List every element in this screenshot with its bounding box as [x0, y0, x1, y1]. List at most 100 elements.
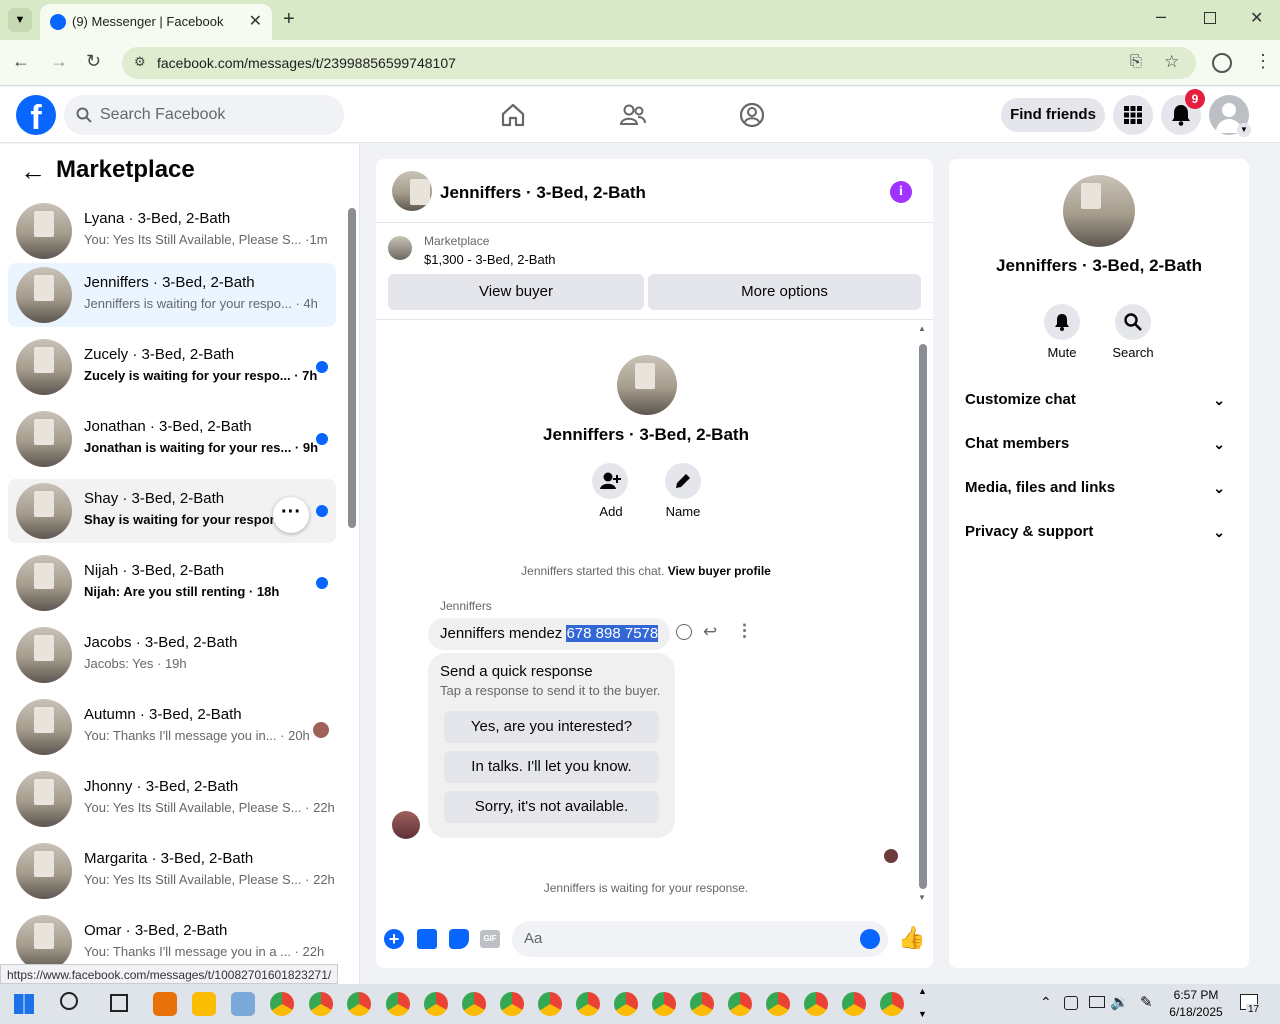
chrome-profile-icon[interactable] [652, 992, 676, 1016]
name-button[interactable] [665, 463, 701, 499]
conversation-item[interactable]: Jonathan · 3-Bed, 2-Bath Jonathan is wait… [8, 407, 336, 471]
sticker-icon[interactable] [449, 929, 469, 949]
account-avatar[interactable]: ▼ [1209, 95, 1251, 137]
chrome-profile-icon[interactable] [309, 992, 333, 1016]
chrome-profile-icon[interactable] [804, 992, 828, 1016]
add-button[interactable] [592, 463, 628, 499]
restore-button[interactable] [1204, 12, 1216, 24]
copilot-app-icon[interactable] [153, 992, 177, 1016]
chrome-profile-icon[interactable] [270, 992, 294, 1016]
mute-button[interactable] [1044, 304, 1080, 340]
chrome-profile-icon[interactable] [576, 992, 600, 1016]
privacy-support-row[interactable]: Privacy & support ⌄ [965, 512, 1233, 552]
conversation-item[interactable]: Margarita · 3-Bed, 2-Bath You: Yes Its St… [8, 839, 336, 903]
find-friends-button[interactable]: Find friends [1001, 98, 1105, 132]
chat-title[interactable]: Jenniffers · 3-Bed, 2-Bath [440, 183, 646, 203]
home-icon[interactable] [499, 101, 527, 129]
app-icon[interactable] [231, 992, 255, 1016]
chrome-profile-icon[interactable] [424, 992, 448, 1016]
facebook-logo-icon[interactable]: f [16, 95, 56, 135]
message-bubble[interactable]: Jenniffers mendez 678 898 7578 [428, 618, 671, 650]
tray-meet-icon[interactable] [1064, 996, 1078, 1010]
taskbar-search-icon[interactable] [60, 992, 78, 1010]
chrome-profile-icon[interactable] [880, 992, 904, 1016]
tab-search-button[interactable]: ▼ [8, 8, 32, 32]
friends-icon[interactable] [619, 101, 647, 129]
conversation-item[interactable]: Zucely · 3-Bed, 2-Bath Zucely is waiting … [8, 335, 336, 399]
conversation-item[interactable]: Jhonny · 3-Bed, 2-Bath You: Yes Its Still… [8, 767, 336, 831]
close-tab-icon[interactable]: ✕ [249, 11, 262, 31]
back-icon[interactable]: ← [12, 51, 30, 72]
chrome-profile-icon[interactable] [386, 992, 410, 1016]
profile-avatar[interactable] [617, 355, 677, 415]
tray-chevron-up-icon[interactable]: ⌃ [1040, 994, 1052, 1011]
thumbs-up-icon[interactable]: 👍 [898, 925, 925, 951]
menu-grid-button[interactable] [1113, 95, 1153, 135]
url-field[interactable]: ⚙ facebook.com/messages/t/23998856599748… [122, 47, 1196, 79]
conversation-item[interactable]: Jenniffers · 3-Bed, 2-Bath Jenniffers is … [8, 263, 336, 327]
conversation-item[interactable]: Autumn · 3-Bed, 2-Bath You: Thanks I'll m… [8, 695, 336, 759]
quick-reply-in-talks[interactable]: In talks. I'll let you know. [444, 751, 659, 783]
forward-icon[interactable]: → [50, 51, 68, 72]
groups-icon[interactable] [738, 101, 766, 129]
view-buyer-profile-link[interactable]: View buyer profile [668, 564, 771, 578]
bookmark-star-icon[interactable]: ☆ [1164, 52, 1179, 72]
listing-title[interactable]: $1,300 - 3-Bed, 2-Bath [424, 252, 556, 267]
search-chat-button[interactable] [1115, 304, 1151, 340]
minimize-button[interactable]: – [1156, 6, 1166, 27]
chat-scrollbar[interactable] [919, 344, 927, 889]
profile-icon[interactable] [1212, 53, 1232, 73]
tray-pen-icon[interactable]: ✎ [1140, 993, 1153, 1011]
reply-icon[interactable]: ↩ [703, 622, 717, 642]
react-icon[interactable] [676, 624, 692, 640]
conversation-item[interactable]: Nijah · 3-Bed, 2-Bath Nijah: Are you stil… [8, 551, 336, 615]
chrome-profile-icon[interactable] [347, 992, 371, 1016]
chat-avatar[interactable] [392, 171, 432, 211]
tray-network-icon[interactable] [1089, 996, 1105, 1008]
new-tab-button[interactable]: + [283, 8, 295, 31]
tray-volume-icon[interactable]: 🔉 [1110, 993, 1129, 1011]
media-files-links-row[interactable]: Media, files and links ⌄ [965, 468, 1233, 508]
site-info-icon[interactable]: ⚙ [134, 54, 146, 70]
scroll-down-icon[interactable]: ▼ [918, 893, 926, 902]
info-icon[interactable]: i [890, 181, 912, 203]
quick-reply-yes[interactable]: Yes, are you interested? [444, 711, 659, 743]
file-explorer-icon[interactable] [192, 992, 216, 1016]
task-view-icon[interactable] [110, 994, 128, 1012]
gif-icon[interactable]: GIF [480, 930, 500, 948]
quick-reply-not-available[interactable]: Sorry, it's not available. [444, 791, 659, 823]
taskbar-scroll-down-icon[interactable]: ▼ [918, 1009, 927, 1019]
conversation-item[interactable]: Lyana · 3-Bed, 2-Bath You: Yes Its Still … [8, 199, 336, 263]
search-input[interactable]: Search Facebook [64, 95, 344, 135]
reload-icon[interactable]: ↻ [86, 51, 101, 72]
taskbar-scroll-up-icon[interactable]: ▲ [918, 986, 927, 996]
scroll-up-icon[interactable]: ▲ [918, 324, 926, 333]
list-scrollbar[interactable] [348, 208, 356, 528]
photo-icon[interactable] [417, 929, 437, 949]
chrome-menu-icon[interactable]: ⋮ [1254, 51, 1272, 72]
chrome-profile-icon[interactable] [728, 992, 752, 1016]
more-actions-plus-icon[interactable]: + [384, 929, 404, 949]
customize-chat-row[interactable]: Customize chat ⌄ [965, 380, 1233, 420]
emoji-icon[interactable] [860, 929, 880, 949]
conversation-options-button[interactable]: ··· [273, 497, 309, 533]
back-arrow-icon[interactable]: ← [20, 156, 46, 187]
chrome-profile-icon[interactable] [766, 992, 790, 1016]
more-actions-icon[interactable]: ⋮ [736, 621, 753, 641]
clock-date[interactable]: 6/18/2025 [1160, 1005, 1232, 1019]
close-window-button[interactable]: ✕ [1250, 8, 1263, 28]
windows-start-icon[interactable] [14, 994, 34, 1014]
chrome-profile-icon[interactable] [842, 992, 866, 1016]
more-options-button[interactable]: More options [648, 274, 921, 310]
chat-members-row[interactable]: Chat members ⌄ [965, 424, 1233, 464]
chrome-profile-icon[interactable] [462, 992, 486, 1016]
view-buyer-button[interactable]: View buyer [388, 274, 644, 310]
listing-thumbnail[interactable] [388, 236, 412, 260]
clock-time[interactable]: 6:57 PM [1160, 988, 1232, 1002]
browser-tab[interactable]: (9) Messenger | Facebook ✕ [40, 4, 272, 40]
chrome-profile-icon[interactable] [538, 992, 562, 1016]
chrome-profile-icon[interactable] [614, 992, 638, 1016]
message-input[interactable]: Aa [512, 921, 888, 957]
chrome-profile-icon[interactable] [500, 992, 524, 1016]
install-app-icon[interactable]: ⎘ [1130, 53, 1142, 70]
